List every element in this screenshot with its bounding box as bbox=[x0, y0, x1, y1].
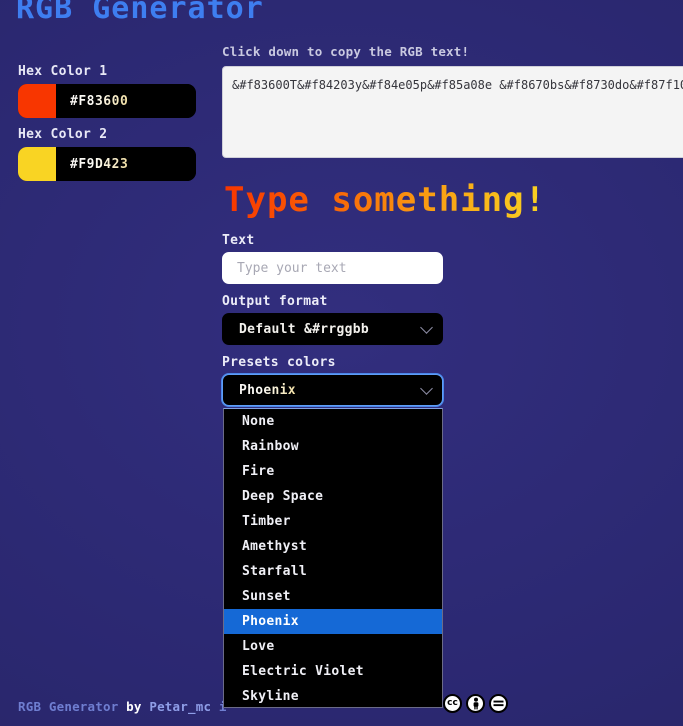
dropdown-option[interactable]: Fire bbox=[224, 459, 442, 484]
presets-colors-label: Presets colors bbox=[222, 355, 336, 370]
generator-form: Text Output format Default &#rrggbb Pres… bbox=[222, 233, 447, 416]
footer-by: by bbox=[126, 699, 142, 714]
dropdown-option[interactable]: Phoenix bbox=[224, 609, 442, 634]
chevron-down-icon bbox=[420, 321, 433, 334]
page-title: RGB Generator bbox=[16, 0, 264, 26]
cc-nd-icon[interactable] bbox=[489, 694, 508, 713]
hex-colors-panel: Hex Color 1 #F83600 Hex Color 2 #F9D423 bbox=[18, 64, 218, 190]
dropdown-option[interactable]: Electric Violet bbox=[224, 659, 442, 684]
footer-project: RGB Generator bbox=[18, 699, 119, 714]
presets-colors-value: Phoenix bbox=[239, 382, 296, 398]
hex-color-1-label: Hex Color 1 bbox=[18, 64, 108, 79]
person-glyph bbox=[473, 697, 478, 710]
copy-hint-label: Click down to copy the RGB text! bbox=[222, 44, 470, 59]
hex-color-2-row[interactable]: #F9D423 bbox=[18, 147, 196, 181]
dropdown-option[interactable]: Deep Space bbox=[224, 484, 442, 509]
footer: RGB Generator by Petar_mc i bbox=[18, 699, 227, 714]
hex-color-1-value-field[interactable]: #F83600 bbox=[56, 84, 196, 118]
hex-color-1-value: #F83600 bbox=[70, 93, 129, 109]
chevron-down-icon bbox=[420, 382, 433, 395]
cc-by-icon[interactable] bbox=[466, 694, 485, 713]
presets-colors-select[interactable]: Phoenix bbox=[222, 374, 443, 406]
output-panel: Click down to copy the RGB text! &#f8360… bbox=[222, 44, 683, 158]
dropdown-option[interactable]: Skyline bbox=[224, 684, 442, 707]
hex-color-1-row[interactable]: #F83600 bbox=[18, 84, 196, 118]
dropdown-option[interactable]: Love bbox=[224, 634, 442, 659]
output-format-label: Output format bbox=[222, 294, 328, 309]
text-input-label: Text bbox=[222, 233, 255, 248]
text-input[interactable] bbox=[222, 252, 443, 284]
footer-author[interactable]: Petar_mc bbox=[149, 699, 211, 714]
hex-color-2-value: #F9D423 bbox=[70, 156, 129, 172]
dropdown-option[interactable]: None bbox=[224, 409, 442, 434]
dropdown-option[interactable]: Amethyst bbox=[224, 534, 442, 559]
hex-color-2-label: Hex Color 2 bbox=[18, 127, 108, 142]
hex-color-2-swatch[interactable] bbox=[18, 147, 56, 181]
output-format-value: Default &#rrggbb bbox=[239, 321, 370, 337]
hex-color-1-swatch[interactable] bbox=[18, 84, 56, 118]
output-format-select[interactable]: Default &#rrggbb bbox=[222, 313, 443, 345]
dropdown-option[interactable]: Timber bbox=[224, 509, 442, 534]
cc-icon[interactable]: cc bbox=[443, 694, 462, 713]
hex-color-2-value-field[interactable]: #F9D423 bbox=[56, 147, 196, 181]
presets-colors-dropdown[interactable]: None Rainbow Fire Deep Space Timber Amethyst S… bbox=[223, 408, 443, 708]
license-badges: cc bbox=[443, 694, 508, 713]
dropdown-option[interactable]: Sunset bbox=[224, 584, 442, 609]
equals-glyph bbox=[493, 700, 504, 707]
dropdown-option[interactable]: Starfall bbox=[224, 559, 442, 584]
rgb-output-textarea[interactable]: &#f83600T&#f84203y&#f84e05p&#f85a08e &#f… bbox=[222, 66, 683, 158]
dropdown-option[interactable]: Rainbow bbox=[224, 434, 442, 459]
type-something-heading: Type something! bbox=[224, 180, 547, 220]
